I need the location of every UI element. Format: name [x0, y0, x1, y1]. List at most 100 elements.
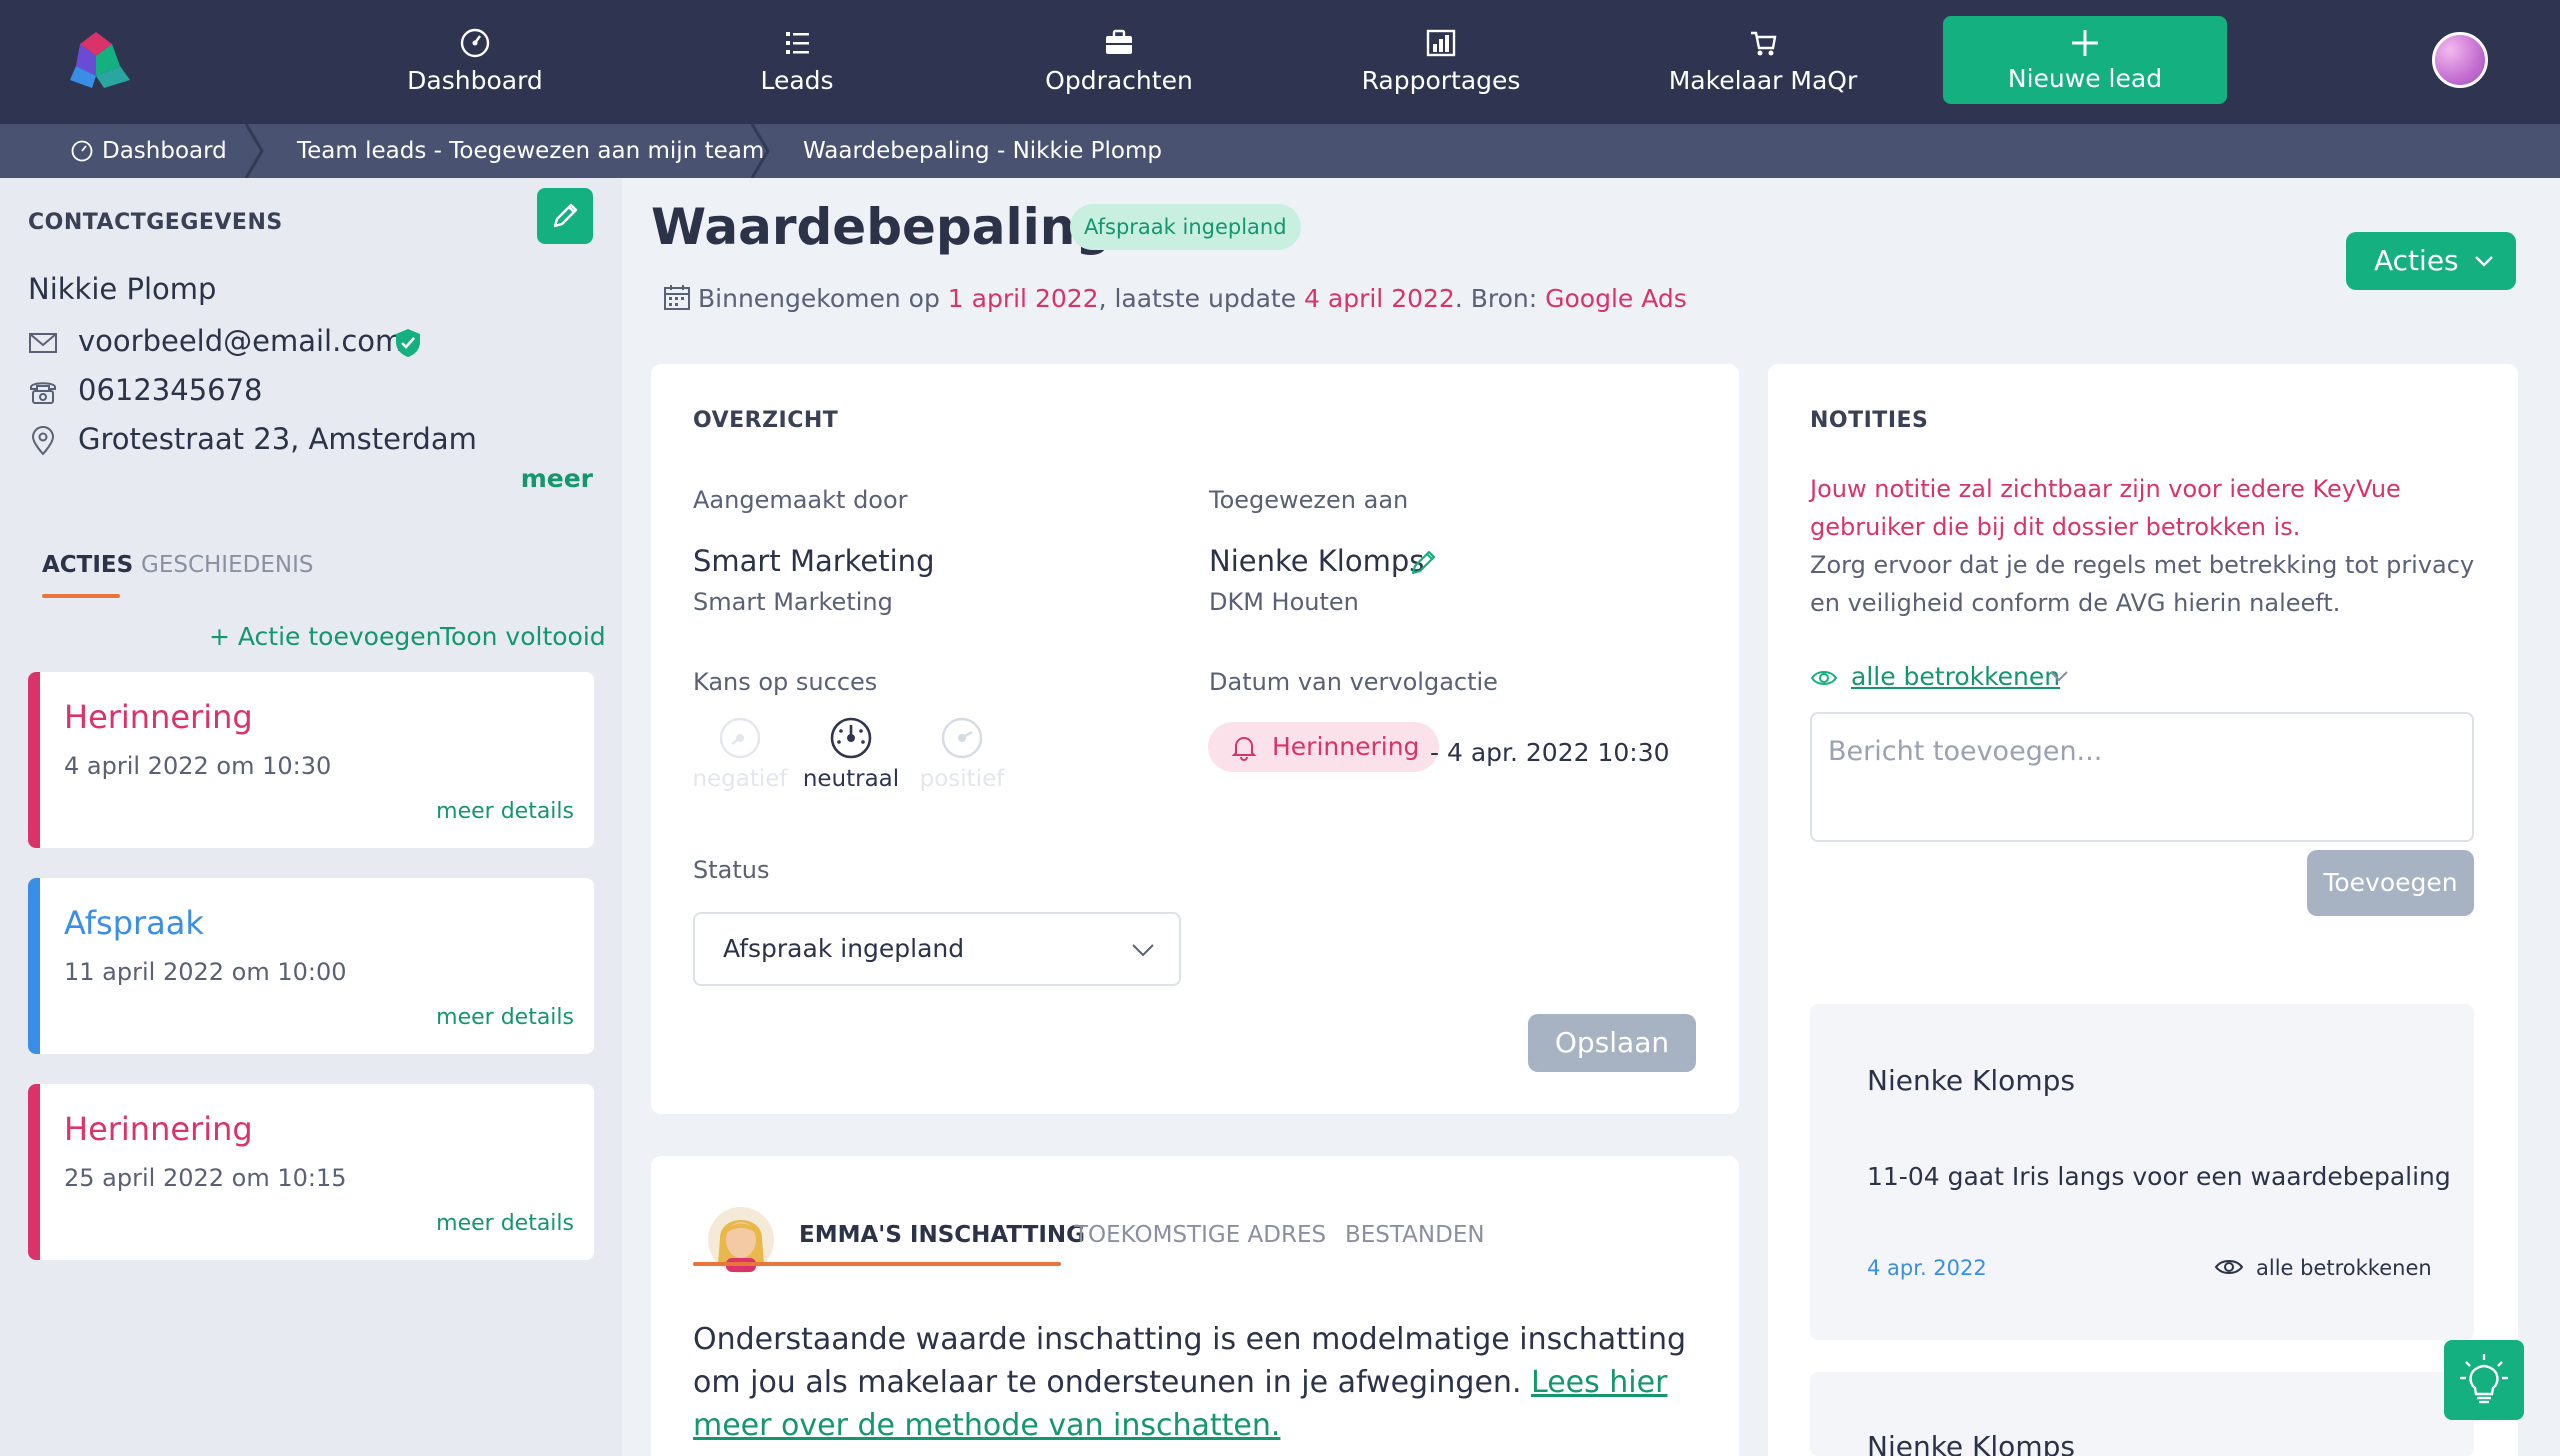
app-logo[interactable] — [68, 30, 132, 90]
contact-email[interactable]: voorbeeld@email.com — [78, 324, 403, 358]
sentiment-neutral-icon — [829, 716, 873, 760]
nav-item-dashboard[interactable]: Dashboard — [365, 22, 585, 102]
add-note-button[interactable]: Toevoegen — [2307, 850, 2474, 916]
new-lead-button[interactable]: Nieuwe lead — [1943, 16, 2227, 104]
nav-label-leads: Leads — [760, 66, 834, 95]
tab-emmas-inschatting[interactable]: EMMA'S INSCHATTING — [799, 1222, 1085, 1248]
tab-acties[interactable]: ACTIES — [42, 552, 133, 578]
save-button[interactable]: Opslaan — [1528, 1014, 1696, 1072]
show-completed-link[interactable]: Toon voltooid — [440, 622, 606, 651]
action-date: 25 april 2022 om 10:15 — [64, 1164, 347, 1192]
action-date: 11 april 2022 om 10:00 — [64, 958, 347, 986]
contact-more-link[interactable]: meer — [521, 464, 593, 493]
plus-icon — [2068, 26, 2102, 60]
tab-bestanden[interactable]: BESTANDEN — [1345, 1222, 1485, 1248]
chance-label-neutraal: neutraal — [802, 766, 900, 792]
chance-option-positief[interactable]: positief — [920, 716, 1004, 792]
nav-label-makelaar-maqr: Makelaar MaQr — [1668, 66, 1858, 95]
breadcrumb-item-current: Waardebepaling - Nikkie Plomp — [803, 138, 1163, 164]
status-select-value: Afspraak ingepland — [723, 934, 965, 963]
nav-item-leads[interactable]: Leads — [687, 22, 907, 102]
breadcrumb-item-dashboard[interactable]: Dashboard — [102, 138, 227, 164]
acties-dropdown-button[interactable]: Acties — [2346, 232, 2516, 290]
nav-item-opdrachten[interactable]: Opdrachten — [1009, 22, 1229, 102]
updated-date: 4 april 2022 — [1304, 284, 1455, 313]
list-icon — [780, 26, 814, 60]
breadcrumb: Dashboard Team leads - Toegewezen aan mi… — [0, 124, 2560, 178]
nav-label-dashboard: Dashboard — [407, 66, 543, 95]
sentiment-positive-icon — [940, 716, 984, 760]
contact-heading: CONTACTGEGEVENS — [28, 210, 283, 235]
note-item: Nienke Klomps — [1810, 1372, 2474, 1456]
tips-button[interactable] — [2444, 1340, 2524, 1420]
tab-active-indicator — [42, 594, 120, 598]
card-color-bar — [28, 878, 40, 1054]
notes-heading: NOTITIES — [1810, 408, 1929, 433]
note-message-input[interactable]: Bericht toevoegen... — [1810, 712, 2474, 842]
nav-item-rapportages[interactable]: Rapportages — [1331, 22, 1551, 102]
action-details-link[interactable]: meer details — [436, 799, 574, 824]
dashboard-icon — [458, 26, 492, 60]
top-navigation: Dashboard Leads Opdrachten Rapportages M… — [0, 0, 2560, 124]
created-by-label: Aangemaakt door — [693, 486, 908, 514]
followup-label: Datum van vervolgactie — [1209, 668, 1498, 696]
action-card[interactable]: Afspraak 11 april 2022 om 10:00 meer det… — [28, 878, 594, 1054]
edit-contact-button[interactable] — [537, 188, 593, 244]
note-visibility: alle betrokkenen — [2256, 1256, 2432, 1280]
action-title: Herinnering — [64, 1110, 253, 1148]
followup-badge-label: Herinnering — [1272, 732, 1420, 761]
eye-icon — [1810, 664, 1838, 692]
phone-icon — [28, 377, 58, 407]
chance-option-neutraal[interactable]: neutraal — [803, 716, 899, 792]
contact-phone[interactable]: 0612345678 — [78, 373, 263, 407]
overview-heading: OVERZICHT — [693, 408, 839, 433]
notes-privacy-info: Zorg ervoor dat je de regels met betrekk… — [1810, 551, 2475, 617]
contact-address: Grotestraat 23, Amsterdam — [78, 422, 477, 456]
action-card[interactable]: Herinnering 25 april 2022 om 10:15 meer … — [28, 1084, 594, 1260]
breadcrumb-item-team-leads[interactable]: Team leads - Toegewezen aan mijn team — [297, 138, 764, 164]
sidebar: CONTACTGEGEVENS Nikkie Plomp voorbeeld@e… — [0, 178, 622, 1456]
cart-icon — [1746, 26, 1780, 60]
note-date: 4 apr. 2022 — [1867, 1256, 1987, 1280]
chevron-right-icon — [242, 124, 266, 178]
dashboard-icon — [70, 139, 94, 163]
verified-shield-icon — [394, 328, 422, 358]
assigned-to-value: Nienke Klomps — [1209, 544, 1425, 578]
valuation-description: Onderstaande waarde inschatting is een m… — [693, 1318, 1693, 1447]
followup-reminder-badge[interactable]: Herinnering — [1208, 722, 1440, 772]
user-avatar[interactable] — [2432, 32, 2488, 88]
chart-icon — [1424, 26, 1458, 60]
created-by-org: Smart Marketing — [693, 588, 893, 616]
lead-source: Google Ads — [1545, 284, 1687, 313]
followup-date: - 4 apr. 2022 10:30 — [1430, 738, 1670, 767]
received-date: 1 april 2022 — [947, 284, 1099, 313]
pencil-icon — [553, 203, 578, 228]
action-date: 4 april 2022 om 10:30 — [64, 752, 332, 780]
edit-assignee-pencil-icon[interactable] — [1408, 546, 1440, 578]
lightbulb-icon — [2460, 1354, 2508, 1404]
action-card[interactable]: Herinnering 4 april 2022 om 10:30 meer d… — [28, 672, 594, 848]
chevron-down-icon — [2474, 252, 2494, 270]
tab-toekomstige-adres[interactable]: TOEKOMSTIGE ADRES — [1074, 1222, 1326, 1248]
chevron-right-icon — [748, 124, 772, 178]
bell-icon — [1230, 733, 1258, 761]
page-title: Waardebepaling — [651, 198, 1112, 256]
status-select[interactable]: Afspraak ingepland — [693, 912, 1181, 986]
note-author: Nienke Klomps — [1867, 1430, 2075, 1456]
card-color-bar — [28, 672, 40, 848]
action-details-link[interactable]: meer details — [436, 1211, 574, 1236]
chance-option-negatief[interactable]: negatief — [692, 716, 788, 792]
tab-active-indicator — [693, 1262, 1061, 1266]
nav-item-makelaar-maqr[interactable]: Makelaar MaQr — [1653, 22, 1873, 102]
tab-geschiedenis[interactable]: GESCHIEDENIS — [141, 552, 313, 578]
action-details-link[interactable]: meer details — [436, 1005, 574, 1030]
briefcase-icon — [1102, 26, 1136, 60]
nav-label-opdrachten: Opdrachten — [1045, 66, 1193, 95]
visibility-select[interactable]: alle betrokkenen — [1851, 662, 2060, 691]
chevron-down-icon — [2049, 668, 2069, 684]
add-action-link[interactable]: + Actie toevoegen — [209, 622, 441, 651]
created-by-value: Smart Marketing — [693, 544, 935, 578]
assigned-to-label: Toegewezen aan — [1209, 486, 1409, 514]
sentiment-negative-icon — [718, 716, 762, 760]
notes-warning: Jouw notitie zal zichtbaar zijn voor ied… — [1810, 475, 2401, 541]
